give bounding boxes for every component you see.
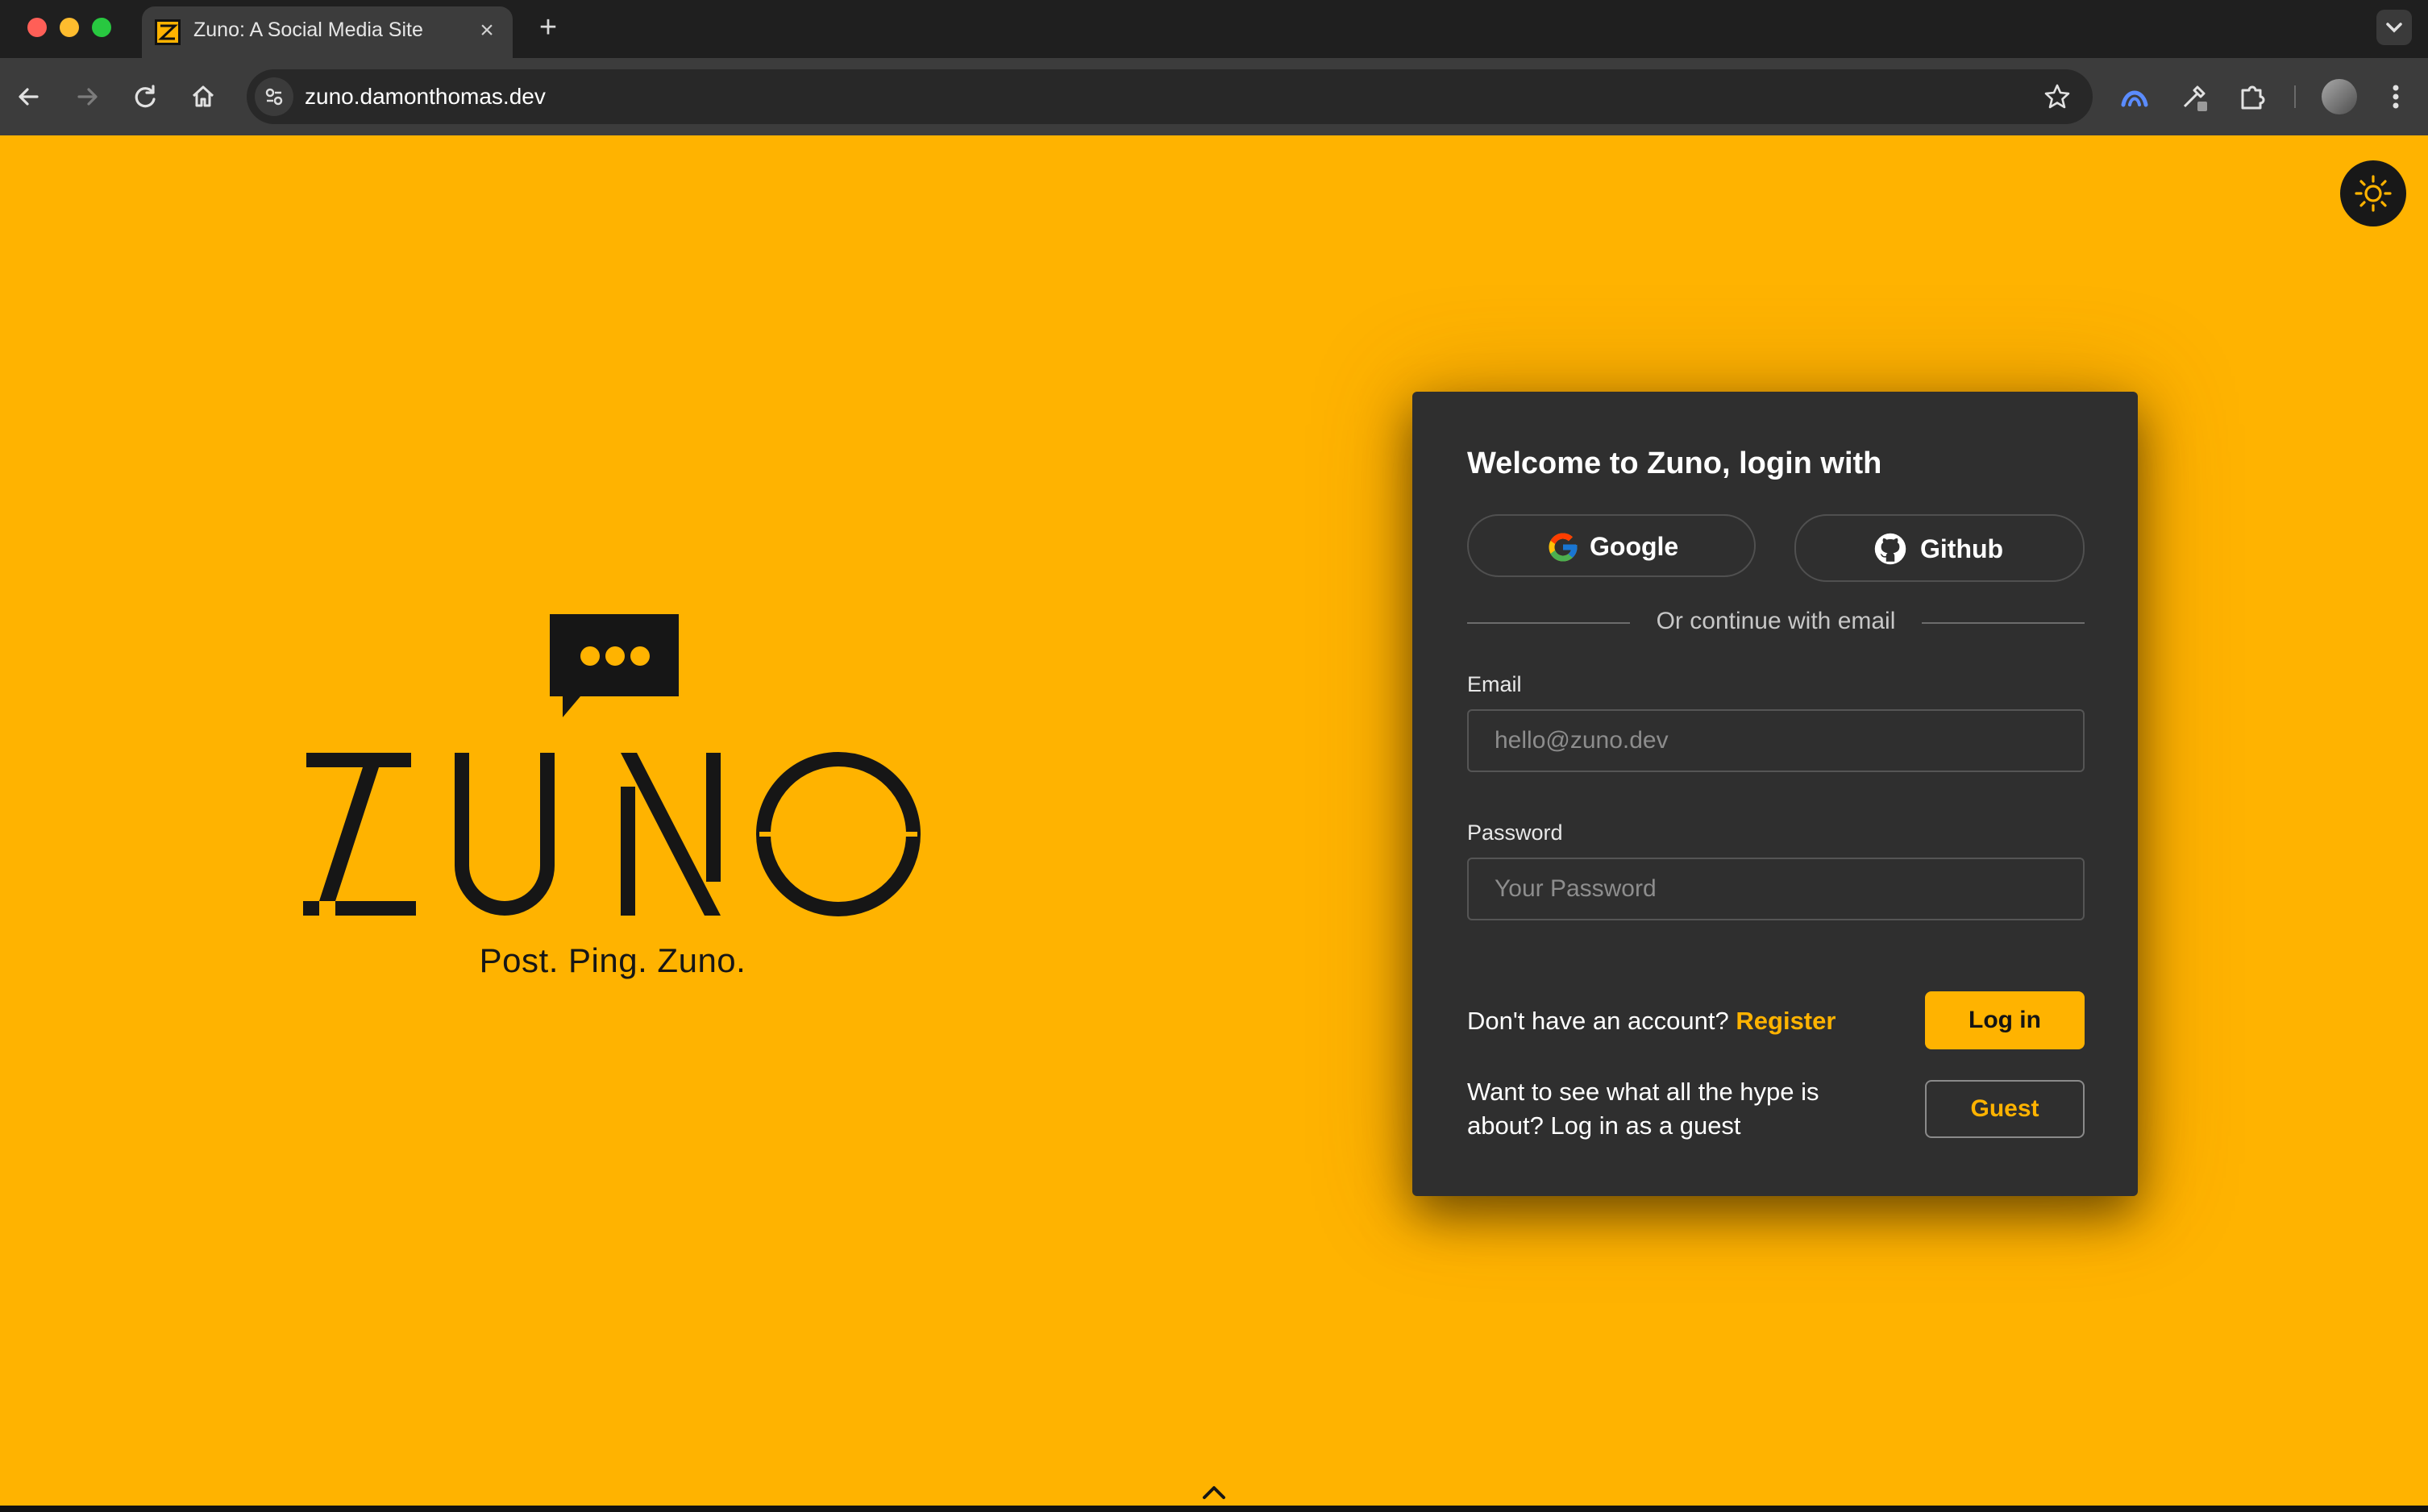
bottom-edge	[0, 1506, 2428, 1512]
password-label: Password	[1467, 820, 1563, 845]
reload-button[interactable]	[127, 79, 163, 114]
chevron-down-icon	[2386, 23, 2402, 33]
close-tab-icon[interactable]: ×	[472, 16, 501, 45]
email-field[interactable]	[1467, 709, 2085, 772]
new-tab-button[interactable]: +	[532, 11, 564, 44]
github-login-button[interactable]: Github	[1794, 514, 2085, 582]
google-label: Google	[1590, 532, 1679, 561]
home-icon	[192, 85, 214, 107]
browser-tab-bar: Zuno: A Social Media Site × +	[0, 0, 2428, 58]
divider-line-right	[1922, 622, 2085, 624]
browser-toolbar: zuno.damonthomas.dev	[0, 58, 2428, 135]
tab-search-button[interactable]	[2376, 10, 2412, 45]
extension-eyedropper-icon[interactable]	[2176, 79, 2212, 114]
email-label: Email	[1467, 672, 1522, 696]
site-info-icon[interactable]	[255, 77, 293, 116]
guest-prompt: Want to see what all the hype is about? …	[1467, 1078, 1819, 1140]
zuno-favicon-icon	[155, 19, 181, 45]
reload-icon	[135, 85, 156, 108]
forward-button[interactable]	[69, 79, 105, 114]
bookmark-star-icon[interactable]	[2041, 81, 2073, 113]
guest-login-button[interactable]: Guest	[1925, 1080, 2085, 1138]
or-divider: Or continue with email	[1467, 606, 2085, 638]
back-arrow-icon	[19, 88, 39, 106]
browser-tab-active[interactable]: Zuno: A Social Media Site ×	[142, 6, 513, 58]
sun-icon	[2355, 175, 2392, 212]
back-button[interactable]	[11, 79, 47, 114]
forward-arrow-icon	[77, 88, 98, 106]
close-window-button[interactable]	[27, 18, 47, 37]
no-account-text: Don't have an account?	[1467, 1007, 1729, 1035]
login-button[interactable]: Log in	[1925, 991, 2085, 1049]
register-prompt: Don't have an account? Register	[1467, 1004, 1836, 1038]
page-content: Post. Ping. Zuno. Welcome to Zuno, login…	[0, 135, 2428, 1506]
extension-arc-icon[interactable]	[2117, 79, 2152, 114]
zuno-logo	[303, 614, 921, 916]
url-text: zuno.damonthomas.dev	[305, 84, 546, 109]
password-field[interactable]	[1467, 858, 2085, 920]
register-link[interactable]: Register	[1736, 1007, 1836, 1035]
home-button[interactable]	[185, 79, 221, 114]
tab-title: Zuno: A Social Media Site	[193, 19, 423, 41]
address-bar[interactable]: zuno.damonthomas.dev	[247, 69, 2093, 124]
extensions-puzzle-icon[interactable]	[2235, 79, 2270, 114]
brand-tagline: Post. Ping. Zuno.	[479, 941, 746, 979]
zuno-wordmark	[303, 752, 921, 916]
login-card: Welcome to Zuno, login with Google Githu…	[1412, 392, 2138, 1196]
theme-toggle-button[interactable]	[2340, 160, 2406, 226]
maximize-window-button[interactable]	[92, 18, 111, 37]
chevron-up-icon	[1203, 1486, 1225, 1499]
github-label: Github	[1920, 534, 2004, 563]
login-title: Welcome to Zuno, login with	[1467, 447, 1882, 480]
github-icon	[1874, 533, 1906, 565]
google-login-button[interactable]: Google	[1467, 514, 1756, 577]
minimize-window-button[interactable]	[60, 18, 79, 37]
profile-avatar[interactable]	[2322, 79, 2357, 114]
scroll-up-button[interactable]	[1198, 1480, 1230, 1504]
or-divider-text: Or continue with email	[1656, 608, 1896, 634]
toolbar-divider	[2294, 85, 2296, 108]
google-icon	[1549, 533, 1578, 562]
chat-bubble-icon	[550, 614, 679, 717]
browser-menu-icon[interactable]	[2380, 79, 2412, 114]
